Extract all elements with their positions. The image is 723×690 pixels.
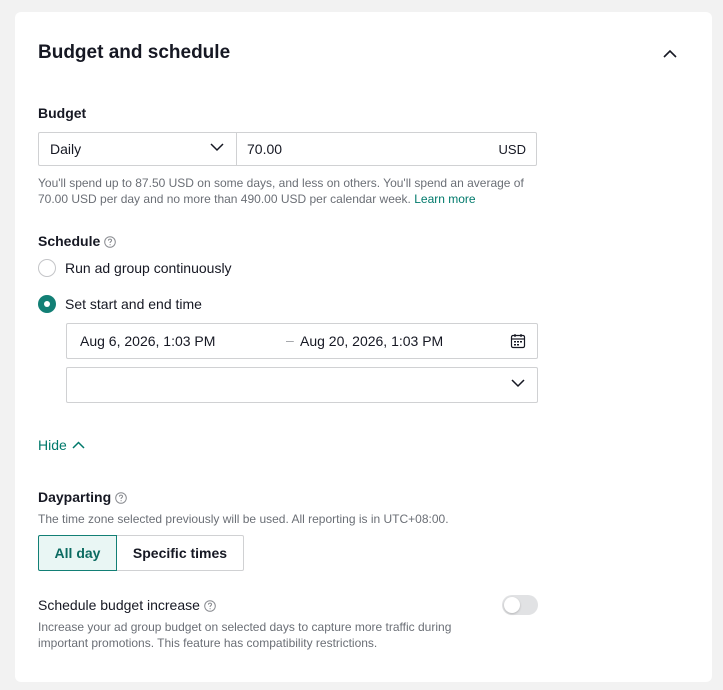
budget-schedule-card: Budget and schedule Budget Daily 70.00 U… bbox=[15, 12, 712, 682]
chevron-down-icon bbox=[210, 143, 224, 152]
budget-amount-input[interactable]: 70.00 USD bbox=[237, 132, 537, 166]
radio-set-start-end[interactable]: Set start and end time bbox=[38, 295, 202, 313]
timezone-select[interactable] bbox=[66, 367, 538, 403]
budget-type-select[interactable]: Daily bbox=[38, 132, 237, 166]
radio-button-unchecked[interactable] bbox=[38, 259, 56, 277]
schedule-label-text: Schedule bbox=[38, 233, 101, 249]
hide-advanced-link[interactable]: Hide bbox=[38, 437, 85, 453]
specific-times-button[interactable]: Specific times bbox=[117, 535, 244, 571]
chevron-down-icon bbox=[511, 379, 525, 388]
budget-increase-label-text: Schedule budget increase bbox=[38, 597, 200, 613]
toggle-knob bbox=[504, 597, 520, 613]
radio-label: Set start and end time bbox=[65, 296, 202, 312]
chevron-up-icon bbox=[663, 49, 677, 58]
learn-more-link[interactable]: Learn more bbox=[414, 192, 475, 206]
question-circle-icon[interactable] bbox=[104, 236, 117, 248]
budget-label: Budget bbox=[38, 105, 87, 121]
date-separator: – bbox=[286, 332, 294, 348]
dayparting-label: Dayparting bbox=[38, 489, 127, 505]
dayparting-segmented-control: All day Specific times bbox=[38, 535, 244, 571]
budget-amount-value: 70.00 bbox=[247, 141, 283, 157]
calendar-icon[interactable] bbox=[510, 333, 526, 349]
schedule-label: Schedule bbox=[38, 233, 117, 249]
budget-increase-label: Schedule budget increase bbox=[38, 597, 216, 613]
dayparting-helper: The time zone selected previously will b… bbox=[38, 512, 449, 526]
end-date[interactable]: Aug 20, 2026, 1:03 PM bbox=[300, 333, 443, 349]
hide-link-label: Hide bbox=[38, 437, 67, 453]
question-circle-icon[interactable] bbox=[115, 492, 127, 504]
chevron-up-icon bbox=[72, 441, 85, 449]
radio-label: Run ad group continuously bbox=[65, 260, 232, 276]
radio-run-continuously[interactable]: Run ad group continuously bbox=[38, 259, 232, 277]
currency-label: USD bbox=[498, 141, 526, 157]
dayparting-label-text: Dayparting bbox=[38, 489, 112, 505]
start-date[interactable]: Aug 6, 2026, 1:03 PM bbox=[80, 333, 215, 349]
all-day-button[interactable]: All day bbox=[38, 535, 117, 571]
question-circle-icon[interactable] bbox=[204, 600, 216, 612]
section-title: Budget and schedule bbox=[38, 42, 231, 63]
budget-increase-toggle[interactable] bbox=[502, 595, 538, 615]
budget-type-value: Daily bbox=[50, 141, 82, 157]
budget-increase-helper: Increase your ad group budget on selecte… bbox=[38, 620, 452, 650]
radio-button-checked[interactable] bbox=[38, 295, 56, 313]
date-range-picker[interactable]: Aug 6, 2026, 1:03 PM – Aug 20, 2026, 1:0… bbox=[66, 323, 538, 359]
collapse-section-button[interactable] bbox=[660, 43, 680, 63]
budget-helper: You'll spend up to 87.50 USD on some day… bbox=[38, 175, 543, 207]
